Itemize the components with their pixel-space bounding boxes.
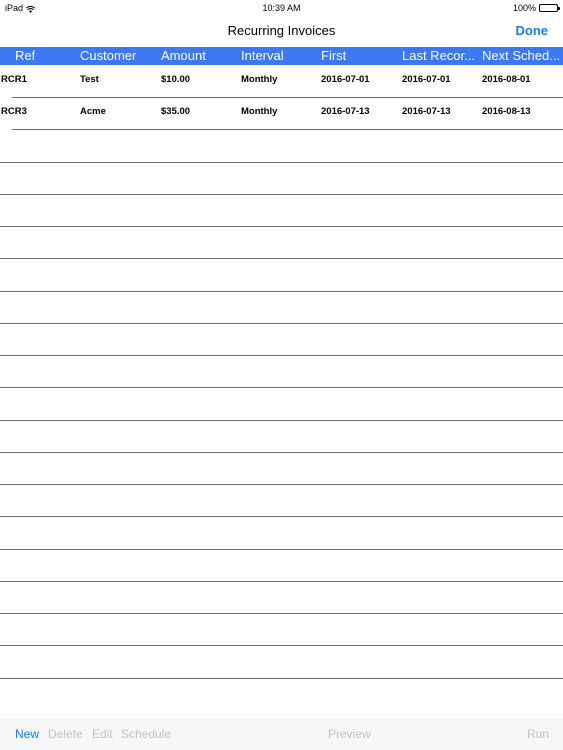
cell-first: 2016-07-01 xyxy=(321,74,370,85)
schedule-button[interactable]: Schedule xyxy=(121,727,171,741)
status-bar: iPad 10:39 AM 100% xyxy=(0,0,563,16)
new-button[interactable]: New xyxy=(15,727,39,741)
column-header-first[interactable]: First xyxy=(321,48,346,63)
cell-first: 2016-07-13 xyxy=(321,106,370,117)
nav-bar: Recurring Invoices Done xyxy=(0,16,563,47)
row-separator xyxy=(0,323,563,324)
cell-customer: Acme xyxy=(80,106,106,117)
column-header-interval[interactable]: Interval xyxy=(241,48,284,63)
row-separator xyxy=(12,97,563,98)
cell-ref: RCR1 xyxy=(1,74,27,85)
cell-amount: $10.00 xyxy=(161,74,191,85)
row-separator xyxy=(0,613,563,614)
cell-interval: Monthly xyxy=(241,74,278,85)
row-separator xyxy=(0,678,563,679)
status-time: 10:39 AM xyxy=(262,3,301,13)
row-separator xyxy=(0,645,563,646)
row-separator xyxy=(0,420,563,421)
column-header-next-scheduled[interactable]: Next Sched... xyxy=(482,48,562,63)
row-separator xyxy=(0,355,563,356)
row-separator xyxy=(12,129,563,130)
column-header-last-recorded[interactable]: Last Recor... xyxy=(402,48,480,63)
row-separator xyxy=(0,549,563,550)
cell-next-scheduled: 2016-08-13 xyxy=(482,106,531,117)
row-separator xyxy=(0,162,563,163)
run-button[interactable]: Run xyxy=(527,727,549,741)
row-separator xyxy=(0,452,563,453)
column-header-ref[interactable]: Ref xyxy=(15,48,35,63)
cell-interval: Monthly xyxy=(241,106,278,117)
battery-percent: 100% xyxy=(512,3,536,13)
delete-button[interactable]: Delete xyxy=(48,727,83,741)
table-header: Ref Customer Amount Interval First Last … xyxy=(0,47,563,65)
status-right: 100% xyxy=(512,3,560,13)
cell-next-scheduled: 2016-08-01 xyxy=(482,74,531,85)
cell-customer: Test xyxy=(80,74,99,85)
row-separator xyxy=(0,516,563,517)
cell-last-recorded: 2016-07-13 xyxy=(402,106,451,117)
cell-ref: RCR3 xyxy=(1,106,27,117)
row-separator xyxy=(0,258,563,259)
battery-icon xyxy=(539,4,560,12)
page-title: Recurring Invoices xyxy=(227,23,336,38)
row-separator xyxy=(0,387,563,388)
preview-button[interactable]: Preview xyxy=(328,727,371,741)
row-separator xyxy=(0,291,563,292)
cell-amount: $35.00 xyxy=(161,106,191,117)
column-header-customer[interactable]: Customer xyxy=(80,48,136,63)
column-header-amount[interactable]: Amount xyxy=(161,48,206,63)
row-separator xyxy=(0,194,563,195)
row-separator xyxy=(0,581,563,582)
edit-button[interactable]: Edit xyxy=(92,727,113,741)
cell-last-recorded: 2016-07-01 xyxy=(402,74,451,85)
row-separator xyxy=(0,226,563,227)
done-button[interactable]: Done xyxy=(516,23,549,38)
row-separator xyxy=(0,484,563,485)
bottom-toolbar: New Delete Edit Schedule Preview Run xyxy=(0,718,563,750)
